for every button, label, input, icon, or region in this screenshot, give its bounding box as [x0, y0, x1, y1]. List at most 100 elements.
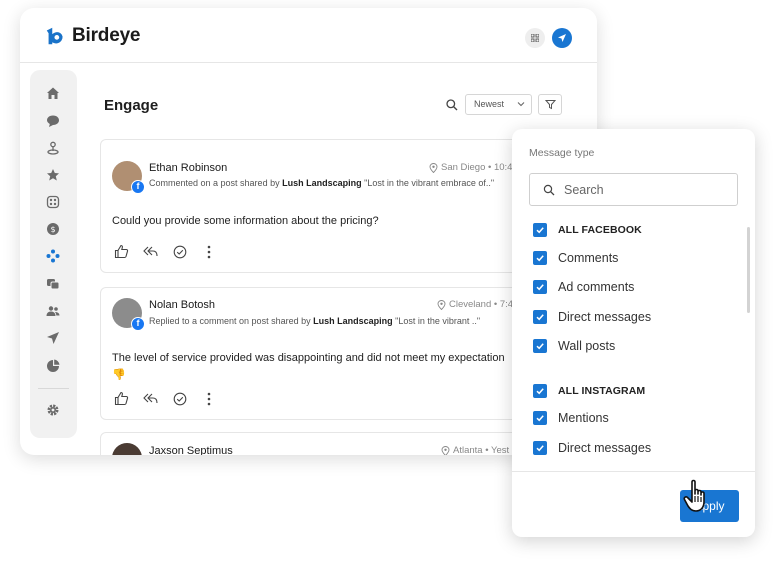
post-author: Jaxson Septimus	[149, 445, 233, 455]
checkbox-facebook-wall-posts[interactable]: Wall posts	[533, 339, 615, 353]
brand-name: Birdeye	[72, 25, 141, 46]
check-circle-icon	[173, 245, 186, 258]
sidebar-item-home[interactable]	[45, 85, 61, 101]
check-circle-icon	[173, 392, 186, 405]
mark-done-button[interactable]	[172, 244, 187, 259]
listings-icon	[47, 141, 59, 155]
filter-list-scrollbar[interactable]	[747, 227, 750, 313]
sidebar-item-people[interactable]	[45, 303, 61, 319]
checkbox-checked-icon	[533, 441, 547, 455]
mark-done-button[interactable]	[172, 391, 187, 406]
birdeye-logo-icon	[46, 27, 63, 45]
checkbox-label: Mentions	[558, 411, 609, 425]
more-vertical-icon	[207, 392, 210, 405]
filter-search-input[interactable]	[564, 181, 724, 199]
sidebar-item-payments[interactable]: $	[45, 221, 61, 237]
filter-button[interactable]	[538, 94, 562, 115]
post-context-prefix: Commented on a post shared by	[149, 178, 280, 188]
top-bar: Birdeye	[20, 8, 597, 63]
campaigns-send-icon	[47, 332, 59, 344]
send-button[interactable]	[552, 28, 572, 48]
post-location-text: Cleveland • 7:4	[449, 299, 514, 310]
more-options-button[interactable]	[201, 391, 216, 406]
sidebar-item-chat[interactable]	[45, 113, 61, 129]
grid-icon	[531, 34, 539, 42]
location-pin-icon	[441, 445, 450, 455]
like-button[interactable]	[114, 244, 129, 259]
checkbox-checked-icon	[533, 251, 547, 265]
post-message: Could you provide some information about…	[112, 215, 379, 227]
facebook-badge-icon: f	[131, 317, 145, 331]
sidebar-item-reviews[interactable]	[45, 167, 61, 183]
sidebar-item-engage[interactable]	[45, 248, 61, 264]
hand-pointer-cursor-icon	[683, 479, 705, 512]
checkbox-label: ALL FACEBOOK	[558, 224, 642, 236]
page-title: Engage	[104, 97, 159, 114]
engage-icon	[46, 249, 60, 263]
reply-button[interactable]	[143, 391, 158, 406]
post-context: Replied to a comment on post shared by L…	[149, 316, 480, 326]
avatar	[112, 443, 142, 455]
post-context: Commented on a post shared by Lush Lands…	[149, 178, 494, 188]
checkbox-facebook-comments[interactable]: Comments	[533, 251, 618, 265]
sidebar-divider	[38, 388, 69, 389]
post-business-name[interactable]: Lush Landscaping	[313, 316, 393, 326]
filter-search-box[interactable]	[529, 173, 738, 206]
checkbox-instagram-direct-messages[interactable]: Direct messages	[533, 441, 651, 455]
post-message: The level of service provided was disapp…	[112, 352, 505, 364]
post-emoji: 👎	[112, 369, 126, 381]
sidebar-item-messages[interactable]	[45, 276, 61, 292]
reports-pie-icon	[47, 359, 60, 372]
sidebar-item-ticketing[interactable]	[45, 194, 61, 210]
location-pin-icon	[437, 299, 446, 310]
more-vertical-icon	[207, 245, 210, 258]
payments-icon: $	[47, 223, 59, 235]
avatar: f	[112, 161, 145, 194]
apps-grid-button[interactable]	[525, 28, 545, 48]
brand-logo[interactable]: Birdeye	[44, 25, 141, 47]
checkbox-facebook-direct-messages[interactable]: Direct messages	[533, 310, 651, 324]
post-context-prefix: Replied to a comment on post shared by	[149, 316, 311, 326]
post-author: Nolan Botosh	[149, 299, 216, 311]
sidebar-item-settings[interactable]	[45, 402, 61, 418]
filter-funnel-icon	[544, 100, 556, 110]
chat-bubble-icon	[47, 115, 59, 127]
post-quote: "Lost in the vibrant .."	[395, 316, 481, 326]
sort-dropdown[interactable]: Newest	[465, 94, 532, 115]
more-options-button[interactable]	[201, 244, 216, 259]
star-icon	[47, 169, 59, 181]
checkbox-label: Ad comments	[558, 280, 635, 294]
checkbox-label: Wall posts	[558, 339, 616, 353]
location-pin-icon	[429, 162, 438, 173]
post-business-name[interactable]: Lush Landscaping	[282, 178, 362, 188]
gear-icon	[47, 404, 59, 416]
search-icon[interactable]	[445, 98, 459, 112]
paper-plane-icon	[558, 34, 566, 42]
checkbox-all-facebook[interactable]: ALL FACEBOOK	[533, 223, 642, 237]
post-actions	[114, 244, 216, 259]
checkbox-label: Direct messages	[558, 441, 652, 455]
sidebar-item-campaigns[interactable]	[45, 330, 61, 346]
checkbox-label: Comments	[558, 251, 619, 265]
post-author: Ethan Robinson	[149, 162, 228, 174]
reply-all-icon	[143, 246, 158, 257]
checkbox-checked-icon	[533, 339, 547, 353]
sidebar-item-listings[interactable]	[45, 140, 61, 156]
post-location: San Diego • 10:4	[429, 162, 512, 173]
checkbox-label: ALL INSTAGRAM	[558, 385, 646, 397]
post-actions	[114, 391, 216, 406]
messages-icon	[47, 279, 60, 290]
reply-button[interactable]	[143, 244, 158, 259]
checkbox-all-instagram[interactable]: ALL INSTAGRAM	[533, 384, 645, 398]
filter-panel-divider	[512, 471, 755, 472]
facebook-badge-icon: f	[131, 180, 145, 194]
post-location-text: Atlanta • Yest	[453, 445, 510, 455]
like-button[interactable]	[114, 391, 129, 406]
checkbox-checked-icon	[533, 280, 547, 294]
checkbox-instagram-mentions[interactable]: Mentions	[533, 411, 609, 425]
checkbox-facebook-ad-comments[interactable]: Ad comments	[533, 280, 634, 294]
checkbox-checked-icon	[533, 223, 547, 237]
sort-selected-value: Newest	[474, 99, 505, 109]
sidebar-item-reports[interactable]	[45, 358, 61, 374]
app-window: Birdeye $ Engage Newest f Ethan Robinson…	[20, 8, 597, 455]
